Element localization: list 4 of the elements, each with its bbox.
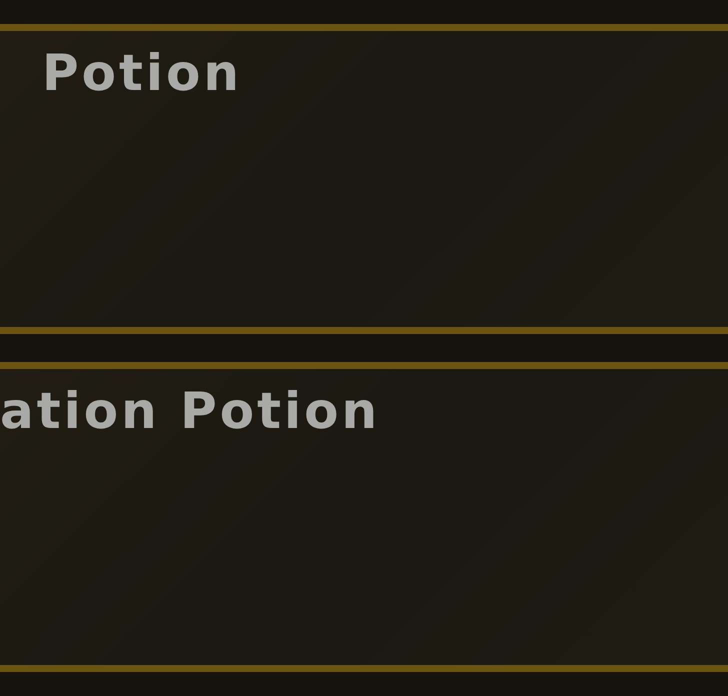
item-title: ation Potion: [0, 381, 380, 441]
item-title: Potion: [42, 43, 242, 103]
item-panel[interactable]: Potion: [0, 24, 728, 334]
item-panel[interactable]: ation Potion: [0, 362, 728, 672]
